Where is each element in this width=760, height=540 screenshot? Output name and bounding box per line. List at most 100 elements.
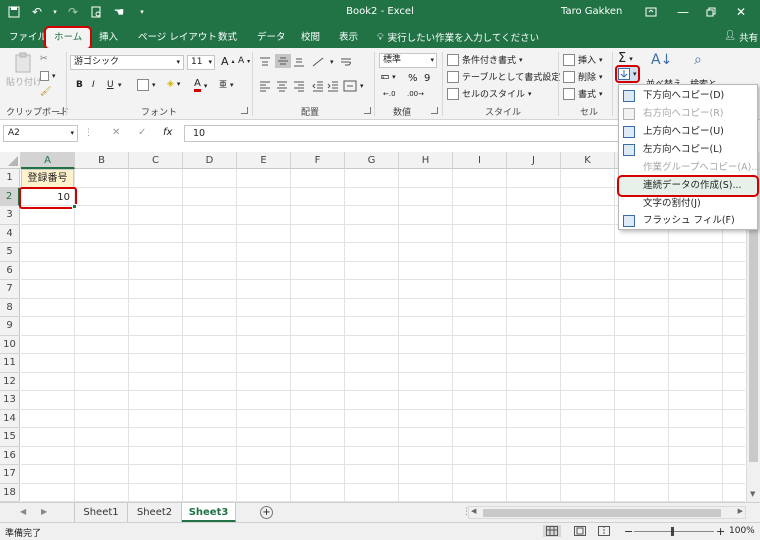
italic-button[interactable]: I (92, 80, 95, 90)
format-painter-icon[interactable]: 🖌︎ (40, 87, 51, 97)
column-header[interactable]: K (561, 152, 615, 169)
number-format-select[interactable]: 標準 ▾ (379, 53, 437, 68)
scroll-tabs-right-icon[interactable]: ▶ (41, 507, 47, 516)
cell-a1[interactable]: 登録番号 (21, 169, 74, 188)
number-launcher-icon[interactable] (431, 107, 438, 114)
column-header[interactable]: G (345, 152, 399, 169)
phonetic-button[interactable]: 亜 ▾ (219, 79, 234, 90)
fill-color-button[interactable]: ◈ ▾ (167, 79, 180, 89)
page-layout-view-icon[interactable] (574, 526, 586, 536)
bold-button[interactable]: B (76, 80, 83, 90)
percent-button[interactable]: % (408, 73, 418, 84)
font-size-select[interactable]: 11 ▾ (187, 55, 215, 70)
restore-icon[interactable] (700, 3, 722, 21)
undo-dropdown-icon[interactable]: ▾ (52, 4, 58, 20)
sheet-tab-sheet2[interactable]: Sheet2 (128, 503, 182, 522)
row-header[interactable]: 8 (0, 298, 20, 317)
font-launcher-icon[interactable] (241, 107, 248, 114)
autosum-icon[interactable]: Σ ▾ (618, 51, 633, 66)
scroll-down-icon[interactable]: ▼ (750, 490, 755, 498)
column-header[interactable]: H (399, 152, 453, 169)
row-header[interactable]: 6 (0, 261, 20, 280)
format-as-table-button[interactable]: テーブルとして書式設定▾ (447, 70, 567, 83)
menu-item-justify[interactable]: 文字の割付(J) (619, 195, 757, 213)
decrease-decimal-icon[interactable]: .00→ (407, 90, 424, 98)
copy-icon[interactable]: ▾ (40, 71, 56, 81)
font-name-select[interactable]: 游ゴシック ▾ (70, 55, 184, 70)
column-header[interactable]: E (237, 152, 291, 169)
column-header[interactable]: I (453, 152, 507, 169)
row-header[interactable]: 15 (0, 428, 20, 447)
row-header[interactable]: 3 (0, 206, 20, 225)
paste-button[interactable]: 貼り付け (6, 52, 42, 88)
align-right-icon[interactable] (292, 80, 306, 92)
select-all-corner[interactable] (0, 152, 21, 169)
menu-item-series[interactable]: 連続データの作成(S)... (617, 175, 759, 197)
insert-cells-button[interactable]: 挿入 ▾ (563, 53, 603, 66)
cell-styles-button[interactable]: セルのスタイル ▾ (447, 87, 532, 100)
currency-button[interactable]: 💴︎ ▾ (381, 72, 396, 82)
redo-icon[interactable]: ↷ (65, 4, 81, 20)
zoom-in-icon[interactable]: + (716, 525, 725, 538)
menu-item-flash-fill[interactable]: フラッシュ フィル(F) (619, 212, 757, 230)
tab-data[interactable]: データ (257, 30, 286, 46)
cancel-entry-icon[interactable]: ✕ (112, 127, 120, 138)
sheet-tab-sheet3[interactable]: Sheet3 (182, 503, 236, 522)
align-center-icon[interactable] (275, 80, 289, 92)
column-header[interactable]: F (291, 152, 345, 169)
shrink-font-button[interactable]: A ▾ (238, 56, 250, 66)
menu-item-fill-up[interactable]: 上方向へコピー(U) (619, 123, 757, 141)
touch-mode-icon[interactable]: ☚ (111, 4, 127, 20)
close-icon[interactable]: ✕ (730, 3, 752, 21)
row-header[interactable]: 14 (0, 409, 20, 428)
normal-view-icon[interactable] (543, 525, 561, 537)
font-color-button[interactable]: A ▾ (194, 79, 207, 92)
find-select-icon[interactable]: ⌕ (694, 52, 702, 68)
minimize-icon[interactable]: — (672, 3, 694, 21)
borders-button[interactable]: ▾ (137, 79, 156, 91)
zoom-slider[interactable] (634, 527, 714, 536)
column-header[interactable]: D (183, 152, 237, 169)
row-header[interactable]: 2 (0, 187, 20, 206)
cut-icon[interactable]: ✂ (40, 54, 48, 64)
decrease-indent-icon[interactable] (311, 80, 325, 92)
row-header[interactable]: 9 (0, 317, 20, 336)
save-icon[interactable] (6, 4, 22, 20)
underline-dropdown-icon[interactable]: ▾ (118, 81, 122, 89)
sort-filter-icon[interactable]: A↓ (651, 52, 672, 68)
orientation-icon[interactable]: ▾ (311, 56, 334, 68)
scroll-tabs-left-icon[interactable]: ◀ (20, 507, 26, 516)
align-left-icon[interactable] (258, 80, 272, 92)
confirm-entry-icon[interactable]: ✓ (138, 127, 146, 138)
zoom-level[interactable]: 100% (729, 526, 755, 536)
horizontal-scroll-thumb[interactable] (483, 509, 721, 517)
undo-icon[interactable]: ↶ (29, 4, 45, 20)
row-header[interactable]: 5 (0, 243, 20, 262)
menu-item-fill-left[interactable]: 左方向へコピー(L) (619, 141, 757, 159)
grow-font-button[interactable]: A ▴ (221, 55, 235, 68)
name-box[interactable]: A2 ▾ (3, 125, 78, 142)
tab-review[interactable]: 校閲 (301, 30, 320, 46)
customize-qat-icon[interactable]: ▾ (134, 4, 150, 20)
insert-function-button[interactable]: fx (163, 127, 172, 138)
scroll-right-icon[interactable]: ▶ (738, 507, 743, 515)
sheet-tab-sheet1[interactable]: Sheet1 (74, 503, 128, 522)
row-header[interactable]: 17 (0, 465, 20, 484)
conditional-formatting-button[interactable]: 条件付き書式 ▾ (447, 53, 523, 66)
tab-insert[interactable]: 挿入 (99, 30, 118, 46)
format-cells-button[interactable]: 書式 ▾ (563, 87, 603, 100)
ribbon-display-options-icon[interactable] (640, 3, 662, 21)
row-header[interactable]: 7 (0, 280, 20, 299)
tell-me-search[interactable]: 💡︎ 実行したい作業を入力してください (377, 30, 539, 45)
column-header[interactable]: C (129, 152, 183, 169)
alignment-launcher-icon[interactable] (364, 107, 371, 114)
align-top-icon[interactable] (258, 56, 272, 68)
new-sheet-icon[interactable]: + (260, 506, 273, 519)
tab-formulas[interactable]: 数式 (218, 30, 237, 46)
row-header[interactable]: 12 (0, 372, 20, 391)
underline-button[interactable]: U (107, 80, 114, 90)
increase-indent-icon[interactable] (326, 80, 340, 92)
fill-handle[interactable] (72, 204, 77, 209)
horizontal-scrollbar[interactable]: ◀ ▶ (468, 506, 746, 519)
user-name[interactable]: Taro Gakken (561, 6, 622, 17)
